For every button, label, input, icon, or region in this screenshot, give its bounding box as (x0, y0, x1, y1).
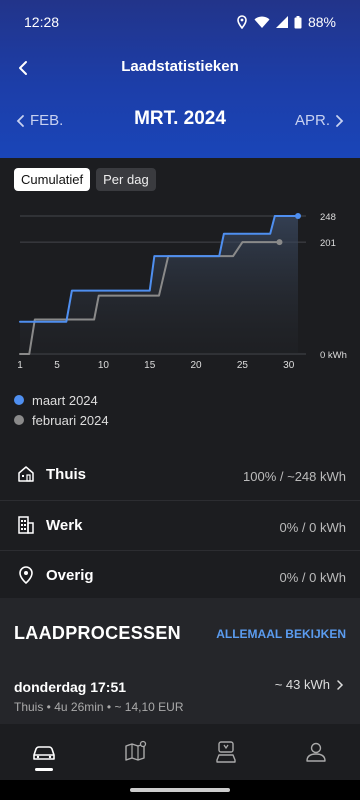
battery-level: 88% (307, 14, 336, 30)
location-value: 100% / ~248 kWh (243, 469, 346, 484)
february-end-point (276, 239, 283, 246)
x-tick-label: 20 (191, 360, 203, 371)
map-icon (125, 740, 147, 761)
y-axis-label: 248 (320, 212, 336, 223)
location-name: Werk (46, 517, 83, 534)
cumulative-chart: 2482010 kWh1 5 10 15 20 25 30 (17, 212, 347, 371)
chart-legend: maart 2024 februari 2024 (14, 390, 109, 430)
x-tick-label: 30 (283, 360, 295, 371)
location-list: Thuis 100% / ~248 kWh Werk 0% / 0 kWh Ov… (0, 450, 360, 600)
charging-icon (216, 741, 236, 763)
chevron-left-icon (16, 114, 24, 127)
location-status-icon (236, 15, 248, 29)
legend-dot-march (14, 395, 24, 405)
chevron-right-icon (337, 679, 344, 690)
nav-charging[interactable] (212, 738, 240, 766)
location-row-werk[interactable]: Werk 0% / 0 kWh (0, 500, 360, 550)
chevron-right-icon (336, 114, 344, 127)
location-row-overig[interactable]: Overig 0% / 0 kWh (0, 550, 360, 600)
per-day-toggle[interactable]: Per dag (96, 168, 156, 191)
location-name: Overig (46, 567, 94, 584)
page-title: Laadstatistieken (121, 58, 239, 75)
location-value: 0% / 0 kWh (279, 520, 346, 535)
cumulative-toggle[interactable]: Cumulatief (14, 168, 91, 191)
next-month-button[interactable]: APR. (295, 112, 344, 129)
march-area (20, 216, 298, 354)
profile-icon (306, 742, 326, 762)
title-bar: Laadstatistieken (0, 50, 360, 86)
legend-item-february: februari 2024 (14, 410, 109, 430)
x-tick-label: 1 (17, 360, 23, 371)
nav-profile[interactable] (302, 738, 330, 766)
x-tick-label: 25 (237, 360, 249, 371)
view-toggle: Cumulatief Per dag (14, 168, 156, 191)
legend-item-march: maart 2024 (14, 390, 109, 410)
session-energy: ~ 43 kWh (275, 677, 344, 692)
status-icons: 88% (236, 14, 336, 30)
previous-month-button[interactable]: FEB. (16, 112, 63, 129)
location-row-thuis[interactable]: Thuis 100% / ~248 kWh (0, 450, 360, 500)
x-tick-label: 5 (54, 360, 60, 371)
car-icon (33, 746, 55, 760)
y-axis-label: 0 kWh (320, 350, 347, 361)
x-tick-label: 15 (144, 360, 156, 371)
header: 12:28 88% Laadstatistieken FEB. MRT. 202… (0, 0, 360, 158)
session-detail: Thuis • 4u 26min • ~ 14,10 EUR (14, 700, 184, 714)
location-pin-icon (16, 565, 36, 585)
legend-label-march: maart 2024 (32, 392, 98, 408)
status-time: 12:28 (24, 14, 60, 30)
legend-label-february: februari 2024 (32, 412, 109, 428)
month-navigation: FEB. MRT. 2024 APR. (0, 104, 360, 140)
next-month-label: APR. (294, 112, 330, 129)
session-date: donderdag 17:51 (14, 679, 127, 695)
building-icon (16, 515, 36, 535)
nav-map[interactable] (122, 738, 150, 766)
march-end-point (295, 213, 301, 219)
legend-dot-february (14, 415, 24, 425)
gesture-handle (130, 788, 230, 792)
nav-car[interactable] (30, 738, 58, 766)
y-axis-label: 201 (320, 238, 336, 249)
home-icon (16, 464, 36, 484)
charging-sessions-section: LAADPROCESSEN ALLEMAAL BEKIJKEN donderda… (0, 598, 360, 724)
nav-active-indicator (35, 768, 53, 771)
battery-icon (294, 15, 302, 29)
location-value: 0% / 0 kWh (279, 570, 346, 585)
signal-icon (275, 16, 288, 28)
status-bar: 12:28 88% (0, 12, 360, 32)
bottom-navigation (0, 724, 360, 780)
gesture-bar (0, 780, 360, 800)
previous-month-label: FEB. (30, 112, 64, 129)
x-tick-label: 10 (98, 360, 110, 371)
view-all-link[interactable]: ALLEMAAL BEKIJKEN (216, 627, 346, 641)
sessions-title: LAADPROCESSEN (14, 623, 181, 643)
session-kwh-value: ~ 43 kWh (274, 677, 330, 692)
wifi-icon (254, 16, 270, 29)
location-name: Thuis (46, 466, 86, 483)
